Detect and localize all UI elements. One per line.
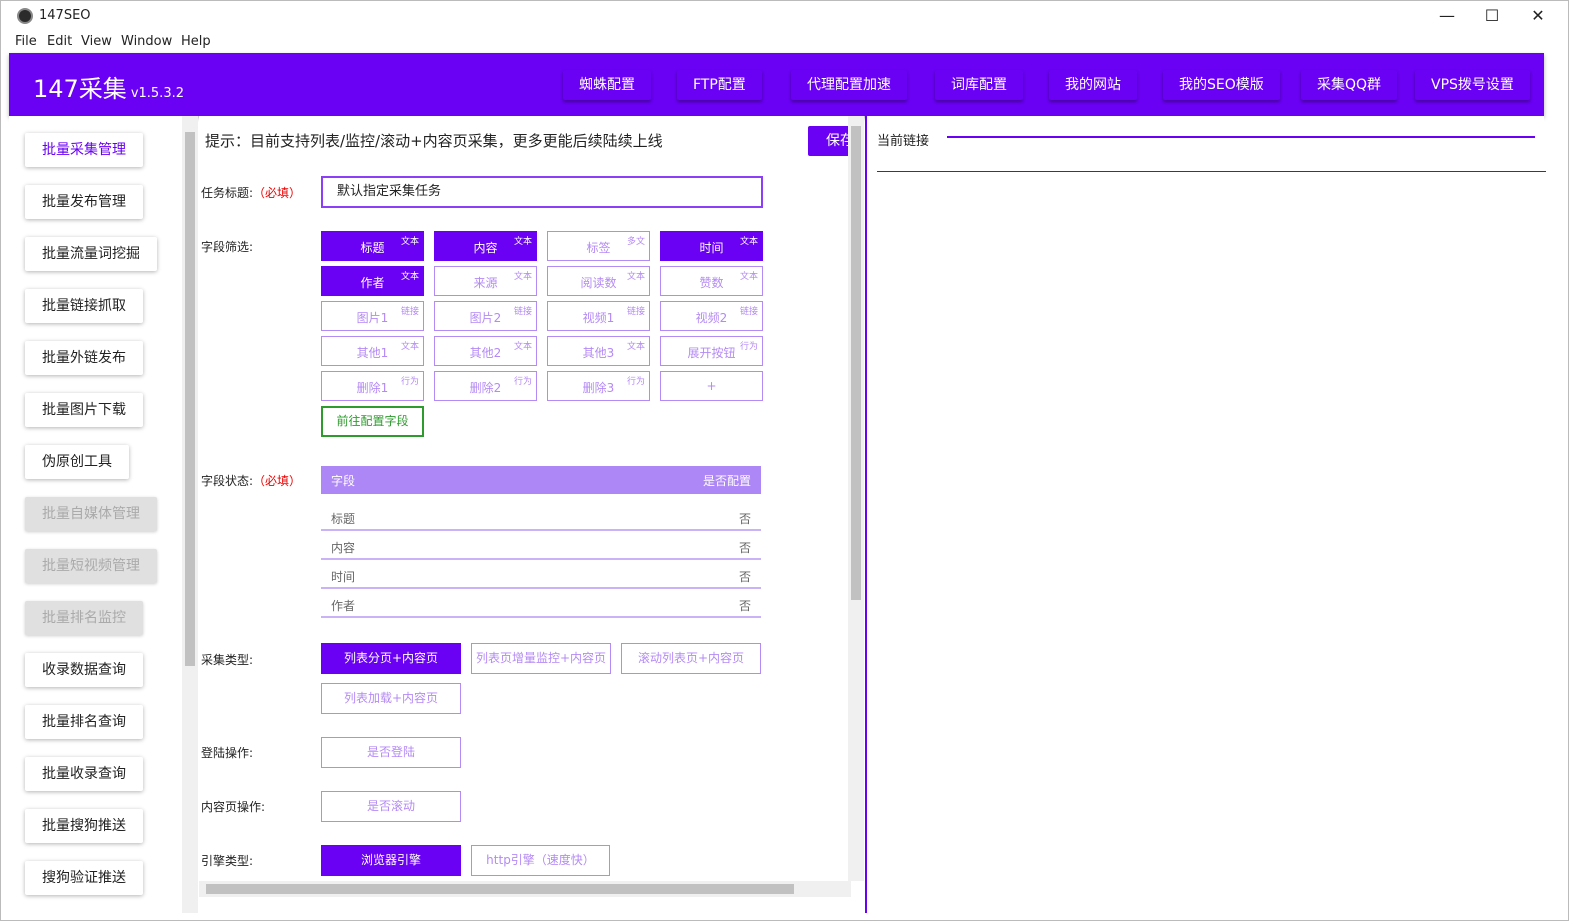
main-scrollbar[interactable] [848, 116, 864, 881]
sidebar-item-backlink-publish[interactable]: 批量外链发布 [25, 341, 143, 375]
app-icon [17, 8, 33, 24]
window-title: 147SEO [39, 8, 91, 23]
sidebar-scroll-thumb[interactable] [185, 132, 195, 666]
login-toggle-button[interactable]: 是否登陆 [321, 737, 461, 768]
chip-likes[interactable]: 赞数 文本 [660, 266, 763, 296]
collect-type-list-paging[interactable]: 列表分页+内容页 [321, 643, 461, 674]
sidebar-item-link-crawl[interactable]: 批量链接抓取 [25, 289, 143, 323]
sidebar-item-traffic-keywords[interactable]: 批量流量词挖掘 [25, 237, 157, 271]
app-window: 147SEO — ☐ ✕ File Edit View Window Help … [0, 0, 1569, 921]
sidebar: 批量采集管理 批量发布管理 批量流量词挖掘 批量链接抓取 批量外链发布 批量图片… [9, 116, 197, 913]
chip-delete1[interactable]: 删除1 行为 [321, 371, 424, 401]
close-button[interactable]: ✕ [1523, 5, 1553, 27]
chip-author[interactable]: 作者 文本 [321, 266, 424, 296]
field-status-table-header: 字段 是否配置 [321, 466, 761, 494]
nav-wordlib-config[interactable]: 词库配置 [935, 70, 1023, 100]
table-row: 标题否 [321, 502, 761, 531]
brand-name: 147采集 [33, 75, 127, 103]
task-title-input[interactable]: 默认指定采集任务 [321, 176, 763, 208]
chip-content[interactable]: 内容 文本 [434, 231, 537, 261]
current-link-label: 当前链接 [877, 134, 930, 149]
chip-other3[interactable]: 其他3 文本 [547, 336, 650, 366]
sidebar-scrollbar[interactable] [182, 116, 198, 913]
main-hscroll-thumb[interactable] [206, 884, 794, 894]
sidebar-item-batch-publish[interactable]: 批量发布管理 [25, 185, 143, 219]
sidebar-item-video-manage: 批量短视频管理 [25, 549, 157, 583]
panel-divider [877, 171, 1546, 172]
save-button[interactable]: 保存 [808, 126, 851, 156]
task-form: 提示：目前支持列表/监控/滚动+内容页采集，更多更能后续陆续上线 保存 任务标题… [199, 116, 851, 881]
nav-spider-config[interactable]: 蜘蛛配置 [563, 70, 651, 100]
menu-view[interactable]: View [81, 34, 112, 49]
add-field-button[interactable]: + [660, 371, 763, 401]
engine-type-label: 引擎类型: [201, 854, 254, 868]
menu-edit[interactable]: Edit [47, 34, 72, 49]
collect-type-scroll-list[interactable]: 滚动列表页+内容页 [621, 643, 761, 674]
engine-browser-button[interactable]: 浏览器引擎 [321, 845, 461, 876]
goto-config-fields-button[interactable]: 前往配置字段 [321, 406, 424, 437]
chip-tags[interactable]: 标签 多文 [547, 231, 650, 261]
tip-text: 提示：目前支持列表/监控/滚动+内容页采集，更多更能后续陆续上线 [205, 132, 663, 150]
current-link-panel: 当前链接 [865, 116, 1546, 913]
column-configured: 是否配置 [702, 474, 751, 488]
collect-type-incremental-monitor[interactable]: 列表页增量监控+内容页 [471, 643, 611, 674]
field-filter-label: 字段筛选: [201, 240, 254, 254]
chip-video2[interactable]: 视频2 链接 [660, 301, 763, 331]
chip-source[interactable]: 来源 文本 [434, 266, 537, 296]
chip-image1[interactable]: 图片1 链接 [321, 301, 424, 331]
collect-type-list-load[interactable]: 列表加载+内容页 [321, 683, 461, 714]
maximize-button[interactable]: ☐ [1477, 5, 1507, 27]
chip-other2[interactable]: 其他2 文本 [434, 336, 537, 366]
menu-help[interactable]: Help [181, 34, 211, 49]
sidebar-item-rank-query[interactable]: 批量排名查询 [25, 705, 143, 739]
nav-my-sites[interactable]: 我的网站 [1049, 70, 1137, 100]
table-row: 时间否 [321, 560, 761, 589]
brand: 147采集 v1.5.3.2 [33, 69, 184, 104]
nav-seo-template[interactable]: 我的SEO模版 [1163, 70, 1280, 100]
collect-type-label: 采集类型: [201, 653, 254, 667]
nav-qq-group[interactable]: 采集QQ群 [1301, 70, 1398, 100]
menu-file[interactable]: File [15, 34, 37, 49]
brand-version: v1.5.3.2 [130, 86, 184, 101]
chip-title[interactable]: 标题 文本 [321, 231, 424, 261]
main-scroll-thumb[interactable] [851, 126, 861, 600]
main-horizontal-scrollbar[interactable] [199, 881, 851, 897]
minimize-button[interactable]: — [1432, 5, 1462, 27]
chip-delete3[interactable]: 删除3 行为 [547, 371, 650, 401]
current-link-divider [947, 136, 1535, 138]
sidebar-item-sogou-verify-push[interactable]: 搜狗验证推送 [25, 861, 143, 895]
chip-read-count[interactable]: 阅读数 文本 [547, 266, 650, 296]
sidebar-item-index-query[interactable]: 收录数据查询 [25, 653, 143, 687]
sidebar-item-media-manage: 批量自媒体管理 [25, 497, 157, 531]
menu-bar: File Edit View Window Help [1, 31, 1568, 53]
title-bar: 147SEO — ☐ ✕ [1, 1, 1568, 31]
engine-http-button[interactable]: http引擎（速度快） [471, 845, 610, 876]
app-header: 147采集 v1.5.3.2 蜘蛛配置 FTP配置 代理配置加速 词库配置 我的网… [9, 53, 1544, 116]
column-field: 字段 [331, 474, 356, 488]
login-label: 登陆操作: [201, 746, 254, 760]
menu-window[interactable]: Window [121, 34, 172, 49]
scroll-toggle-button[interactable]: 是否滚动 [321, 791, 461, 822]
task-title-label: 任务标题:（必填） [201, 186, 302, 200]
chip-image2[interactable]: 图片2 链接 [434, 301, 537, 331]
sidebar-item-rank-monitor: 批量排名监控 [25, 601, 143, 635]
chip-time[interactable]: 时间 文本 [660, 231, 763, 261]
nav-proxy-config[interactable]: 代理配置加速 [791, 70, 907, 100]
sidebar-item-image-download[interactable]: 批量图片下载 [25, 393, 143, 427]
chip-expand-button[interactable]: 展开按钮 行为 [660, 336, 763, 366]
chip-delete2[interactable]: 删除2 行为 [434, 371, 537, 401]
field-status-label: 字段状态:（必填） [201, 474, 302, 488]
table-row: 内容否 [321, 531, 761, 560]
chip-video1[interactable]: 视频1 链接 [547, 301, 650, 331]
sidebar-item-pseudo-original[interactable]: 伪原创工具 [25, 445, 129, 479]
chip-other1[interactable]: 其他1 文本 [321, 336, 424, 366]
content-op-label: 内容页操作: [201, 800, 266, 814]
sidebar-item-batch-collect[interactable]: 批量采集管理 [25, 133, 143, 167]
table-row: 作者否 [321, 589, 761, 618]
sidebar-item-sogou-push[interactable]: 批量搜狗推送 [25, 809, 143, 843]
nav-vps-dial[interactable]: VPS拨号设置 [1415, 70, 1530, 100]
sidebar-item-indexed-query[interactable]: 批量收录查询 [25, 757, 143, 791]
nav-ftp-config[interactable]: FTP配置 [677, 70, 762, 100]
